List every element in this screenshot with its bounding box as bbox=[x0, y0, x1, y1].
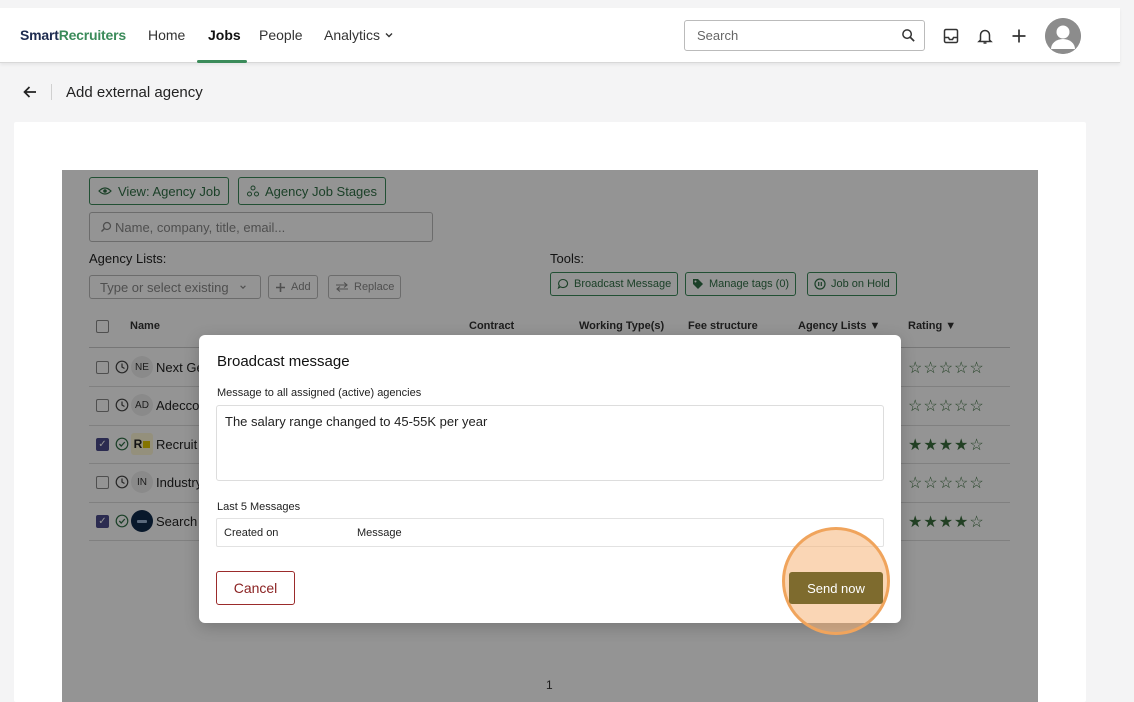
message-textarea[interactable]: The salary range changed to 45-55K per y… bbox=[216, 405, 884, 481]
back-arrow-icon[interactable] bbox=[22, 84, 38, 100]
nav-jobs[interactable]: Jobs bbox=[208, 27, 241, 43]
chevron-down-icon bbox=[385, 33, 393, 38]
avatar[interactable] bbox=[1045, 18, 1081, 54]
nav-analytics[interactable]: Analytics bbox=[324, 27, 394, 43]
send-now-button[interactable]: Send now bbox=[789, 572, 883, 604]
plus-icon[interactable] bbox=[1010, 27, 1028, 45]
broadcast-message-dialog: Broadcast message Message to all assigne… bbox=[199, 335, 901, 635]
top-navigation: SmartRecruiters Home Jobs People Analyti… bbox=[0, 8, 1120, 63]
cancel-button[interactable]: Cancel bbox=[216, 571, 295, 605]
smartrecruiters-logo[interactable]: SmartRecruiters bbox=[20, 27, 126, 43]
last-messages-label: Last 5 Messages bbox=[217, 501, 301, 513]
nav-home[interactable]: Home bbox=[148, 27, 185, 43]
last-messages-table: Created on Message bbox=[216, 518, 884, 547]
header-separator bbox=[51, 84, 52, 100]
nav-people[interactable]: People bbox=[259, 27, 303, 43]
inbox-icon[interactable] bbox=[942, 27, 960, 45]
page-title: Add external agency bbox=[66, 84, 203, 101]
column-created-on: Created on bbox=[224, 527, 279, 539]
search-input[interactable] bbox=[697, 28, 887, 43]
active-tab-indicator bbox=[197, 60, 247, 63]
column-message: Message bbox=[357, 527, 402, 539]
global-search[interactable] bbox=[684, 20, 925, 51]
message-label: Message to all assigned (active) agencie… bbox=[217, 387, 422, 399]
notification-bell-icon[interactable] bbox=[976, 27, 994, 45]
search-icon[interactable] bbox=[901, 28, 916, 43]
dialog-title: Broadcast message bbox=[217, 353, 350, 370]
user-avatar-icon bbox=[1045, 18, 1081, 54]
